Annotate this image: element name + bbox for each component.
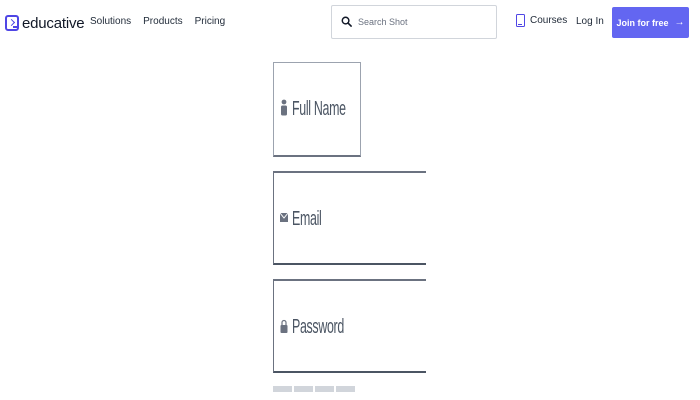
nav-item-solutions[interactable]: Solutions bbox=[90, 16, 131, 27]
password-label: Password bbox=[292, 316, 344, 338]
password-field[interactable]: Password bbox=[273, 279, 426, 373]
join-for-free-button[interactable]: Join for free → bbox=[612, 7, 689, 38]
terminal-logo-icon bbox=[5, 15, 19, 31]
educative-logo[interactable]: educative bbox=[5, 12, 85, 34]
full-name-field[interactable]: Full Name bbox=[273, 62, 361, 157]
placeholder-bar bbox=[294, 386, 313, 392]
loading-placeholder bbox=[273, 386, 355, 392]
arrow-right-icon: → bbox=[674, 17, 685, 28]
nav-item-products[interactable]: Products bbox=[143, 16, 182, 27]
main-nav: Solutions Products Pricing bbox=[90, 16, 237, 27]
join-label: Join for free bbox=[616, 17, 669, 28]
person-icon bbox=[281, 99, 287, 116]
logo-text: educative bbox=[22, 14, 85, 32]
placeholder-bar bbox=[336, 386, 355, 392]
full-name-label: Full Name bbox=[292, 98, 346, 120]
courses-label: Courses bbox=[530, 15, 568, 26]
lock-icon bbox=[280, 319, 288, 333]
search-input[interactable] bbox=[358, 14, 490, 30]
placeholder-bar bbox=[315, 386, 334, 392]
nav-item-pricing[interactable]: Pricing bbox=[195, 16, 226, 27]
email-label: Email bbox=[292, 208, 322, 230]
book-icon bbox=[516, 14, 525, 27]
site-header: educative Solutions Products Pricing Cou… bbox=[0, 0, 700, 46]
login-link[interactable]: Log In bbox=[576, 16, 604, 27]
email-field[interactable]: Email bbox=[273, 171, 426, 265]
placeholder-bar bbox=[273, 386, 292, 392]
search-icon bbox=[341, 16, 352, 27]
envelope-icon bbox=[280, 212, 288, 222]
courses-link[interactable]: Courses bbox=[516, 14, 567, 27]
search-box[interactable] bbox=[331, 5, 497, 39]
